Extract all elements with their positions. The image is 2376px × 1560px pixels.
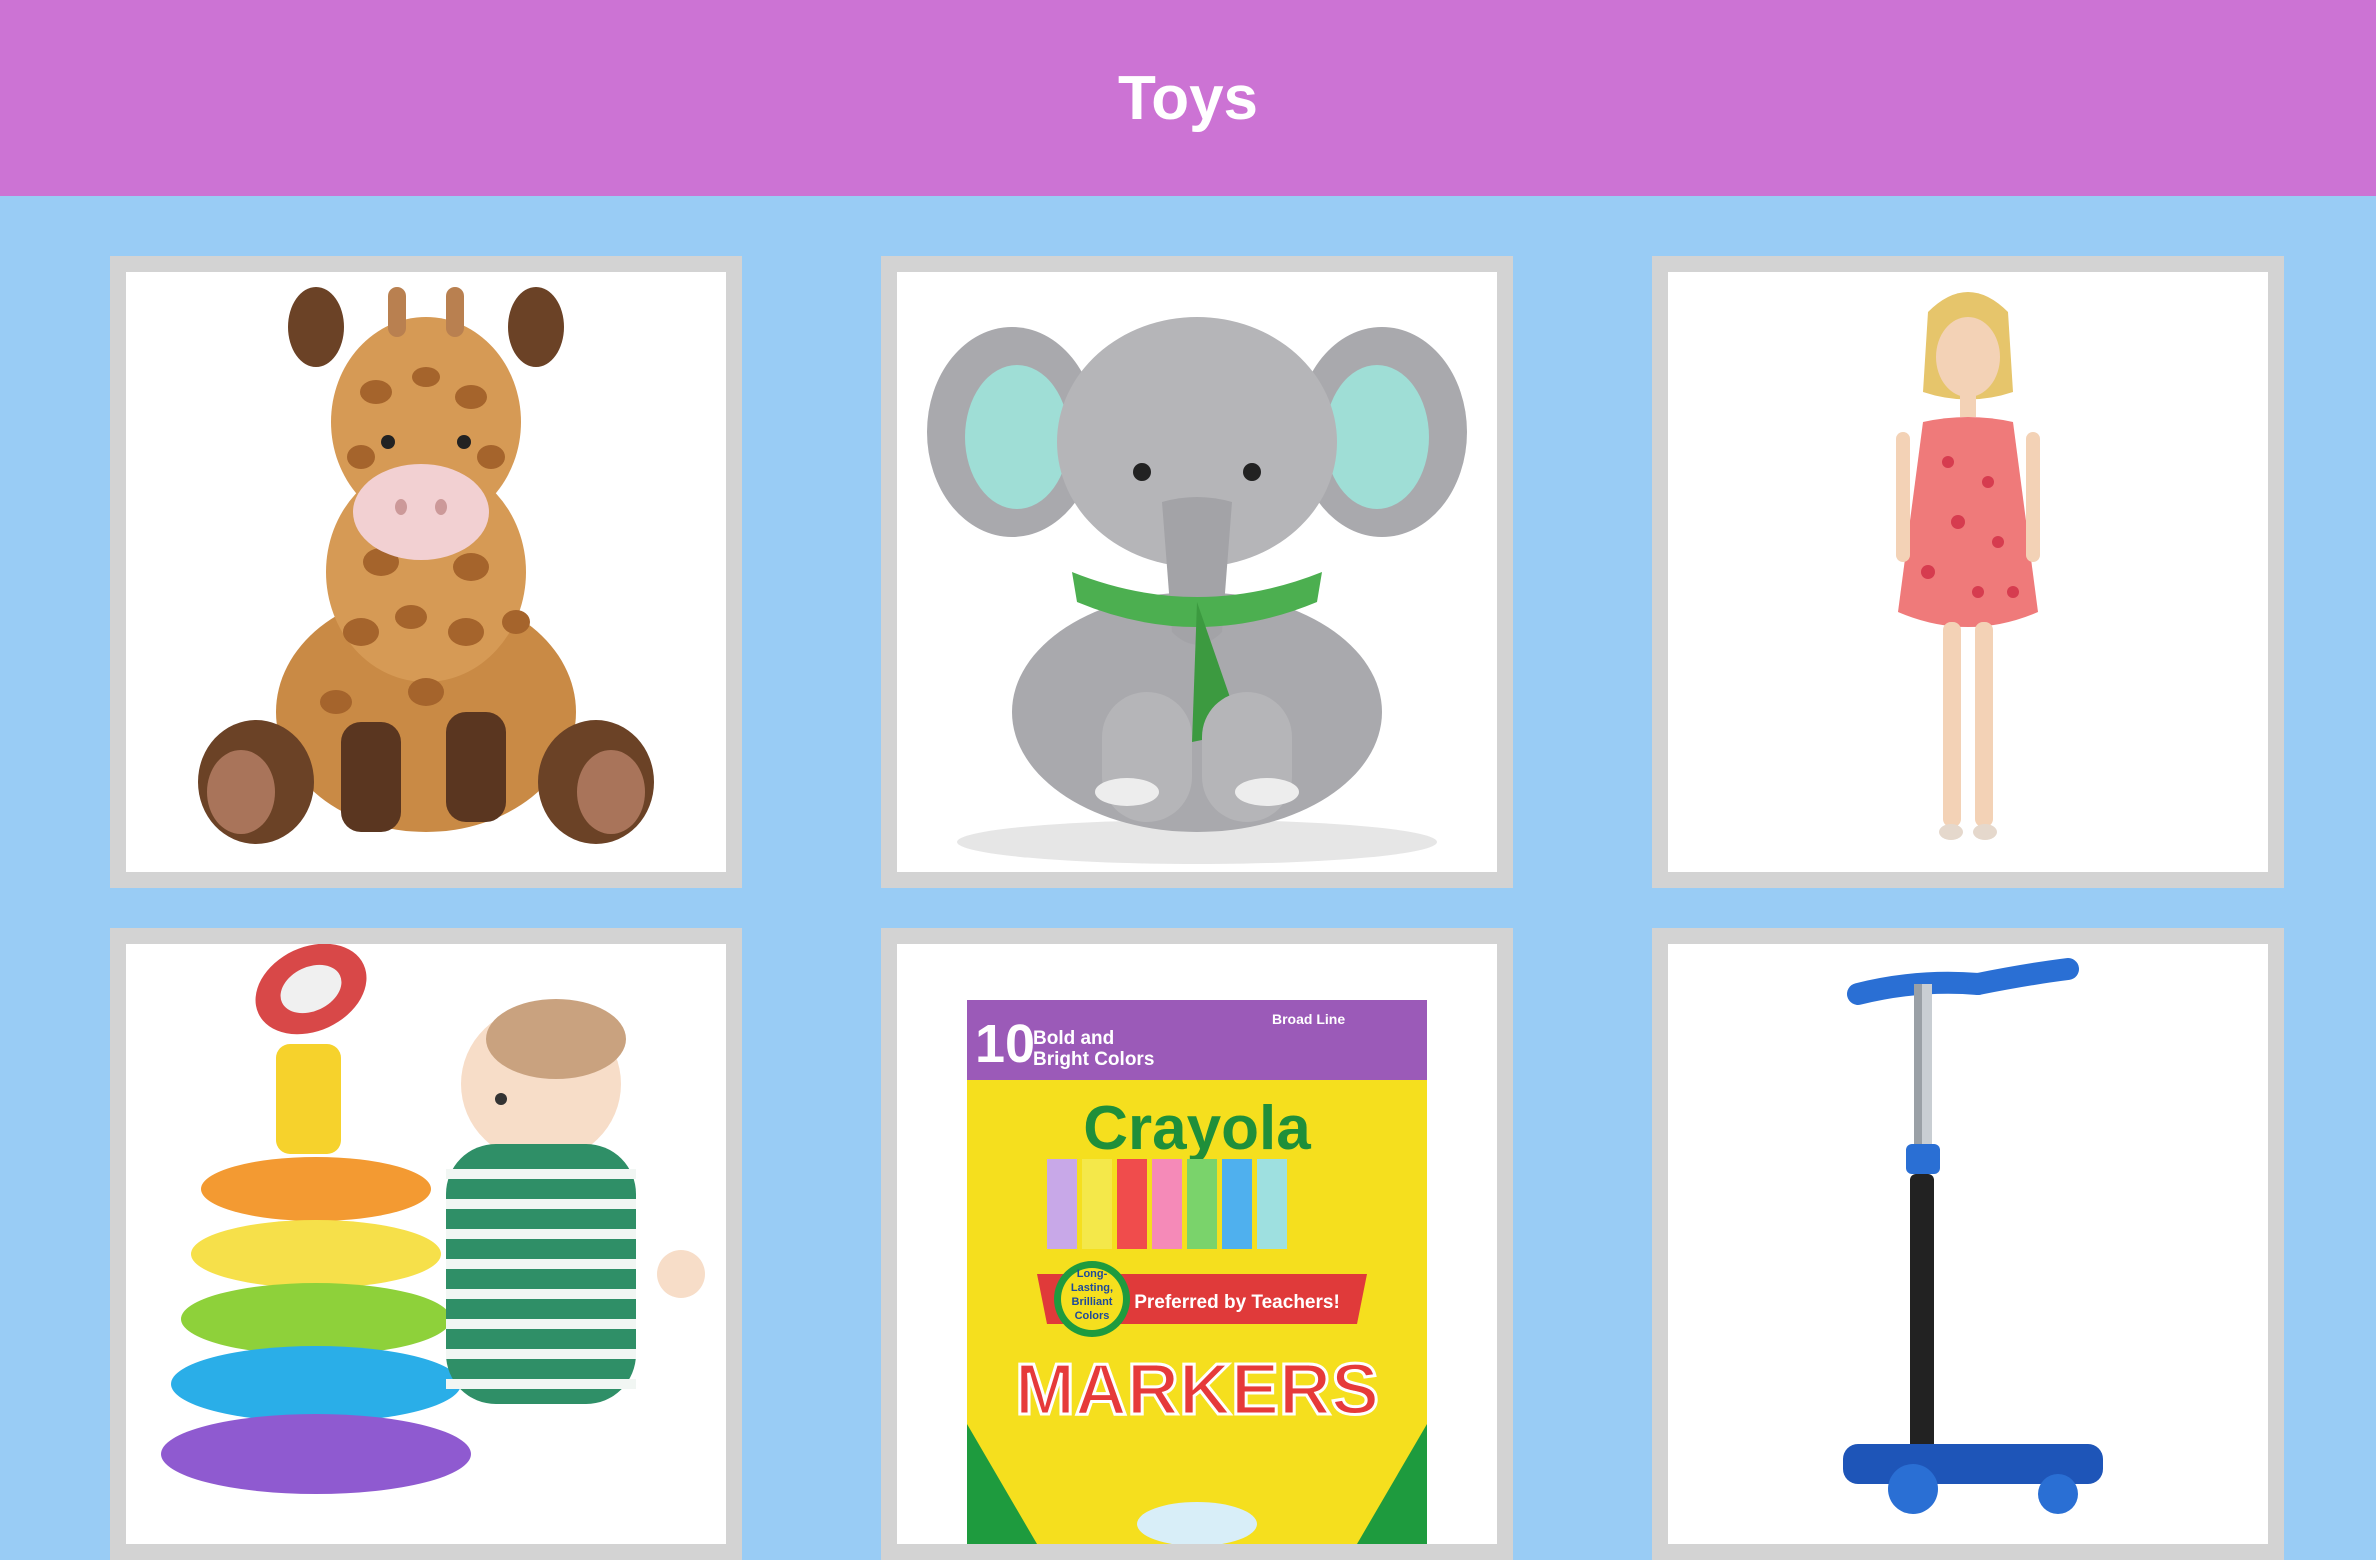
product-card-markers[interactable]: 10 Bold and Bright Colors Broad Line Cra… [881, 928, 1513, 1560]
rings-icon [161, 944, 705, 1494]
product-card-scooter[interactable] [1652, 928, 2284, 1560]
page-header: Toys [0, 0, 2376, 196]
markers-line-type: Broad Line [1272, 1011, 1345, 1027]
product-card-elephant[interactable] [881, 256, 1513, 888]
doll-icon [1896, 292, 2040, 840]
product-card-giraffe[interactable] [110, 256, 742, 888]
markers-brand: Crayola [1083, 1094, 1311, 1163]
product-grid: 10 Bold and Bright Colors Broad Line Cra… [0, 196, 2376, 1560]
marker-pens [1047, 1159, 1287, 1249]
markers-caption-1: Bold and [1033, 1028, 1114, 1049]
page-title: Toys [1117, 63, 1259, 133]
markers-count: 10 [975, 1014, 1035, 1074]
giraffe-icon [198, 287, 654, 844]
product-card-stacking-rings[interactable] [110, 928, 742, 1560]
markers-product-name: MARKERS [1015, 1350, 1379, 1430]
markers-ribbon-text: Preferred by Teachers! [1134, 1292, 1340, 1313]
markers-caption-2: Bright Colors [1033, 1049, 1154, 1070]
markers-icon: 10 Bold and Bright Colors Broad Line Cra… [967, 1000, 1427, 1544]
markers-seal-3: Brilliant [1072, 1296, 1113, 1308]
markers-seal-1: Long- [1077, 1268, 1108, 1280]
elephant-icon [927, 317, 1467, 864]
scooter-icon [1843, 958, 2103, 1514]
markers-seal-4: Colors [1075, 1310, 1110, 1322]
markers-seal-2: Lasting, [1071, 1282, 1113, 1294]
product-card-doll[interactable] [1652, 256, 2284, 888]
